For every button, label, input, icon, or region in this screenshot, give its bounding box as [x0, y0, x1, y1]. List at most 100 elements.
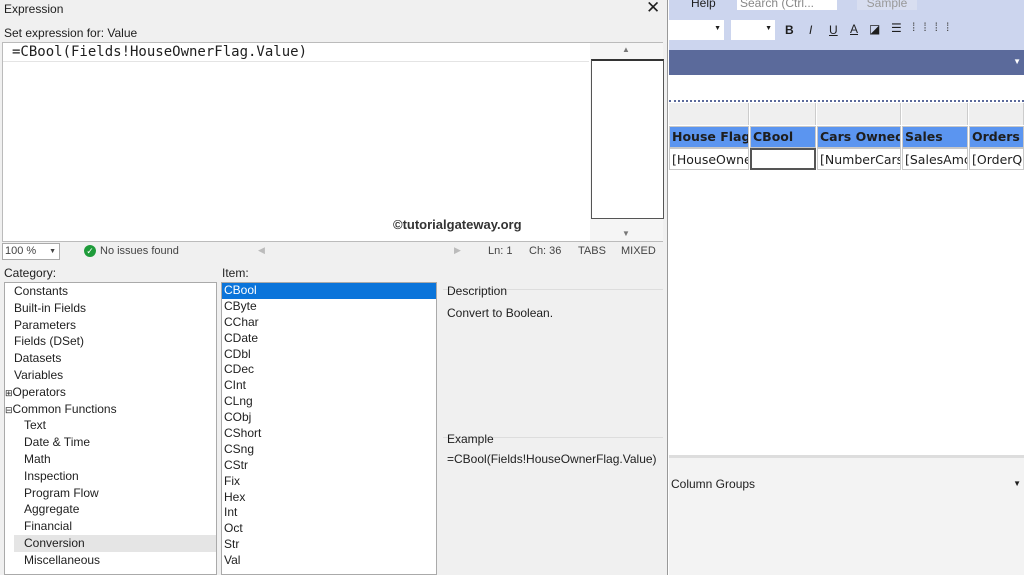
dialog-title: Expression: [4, 2, 64, 16]
function-item[interactable]: CDbl: [222, 347, 436, 363]
scroll-down-icon[interactable]: ▼: [622, 229, 630, 238]
category-label: Conversion: [24, 535, 85, 550]
category-label: Program Flow: [24, 485, 99, 500]
column-header[interactable]: Sales: [902, 126, 968, 148]
background-icon[interactable]: ◪: [869, 22, 880, 36]
category-item[interactable]: ⊞Operators: [5, 384, 216, 401]
table-cell[interactable]: [SalesAmc: [902, 148, 968, 170]
function-item[interactable]: CDate: [222, 331, 436, 347]
search-input[interactable]: Search (Ctrl...: [737, 0, 837, 10]
scroll-left-icon[interactable]: ◀: [258, 245, 265, 256]
function-item[interactable]: CDec: [222, 362, 436, 378]
function-item[interactable]: Hex: [222, 490, 436, 506]
expression-editor[interactable]: =CBool(Fields!HouseOwnerFlag.Value) ©tut…: [2, 42, 664, 242]
function-item[interactable]: Oct: [222, 521, 436, 537]
zoom-value: 100 %: [5, 245, 37, 257]
category-item[interactable]: Fields (DSet): [14, 333, 216, 350]
category-item[interactable]: Financial: [14, 518, 216, 535]
category-item[interactable]: Variables: [14, 367, 216, 384]
line-ending-mode: MIXED: [621, 245, 656, 257]
function-item[interactable]: CByte: [222, 299, 436, 315]
function-item[interactable]: CInt: [222, 378, 436, 394]
font-color-button[interactable]: A: [850, 22, 858, 36]
category-item[interactable]: Constants: [14, 283, 216, 300]
category-item[interactable]: Built-in Fields: [14, 300, 216, 317]
category-item[interactable]: Date & Time: [14, 434, 216, 451]
example-panel: Example =CBool(Fields!HouseOwnerFlag.Val…: [443, 432, 663, 466]
close-icon[interactable]: ✕: [646, 0, 660, 18]
font-select[interactable]: ▼: [669, 20, 724, 40]
collapse-icon[interactable]: ⊟: [5, 405, 13, 415]
editor-minimap[interactable]: ▲ ▼: [590, 43, 664, 241]
bold-button[interactable]: B: [785, 23, 794, 37]
category-item[interactable]: Miscellaneous: [14, 552, 216, 569]
function-item[interactable]: CLng: [222, 394, 436, 410]
column-header[interactable]: House Flag: [669, 126, 749, 148]
function-item[interactable]: CStr: [222, 458, 436, 474]
column-header[interactable]: Cars Owned: [817, 126, 901, 148]
function-item[interactable]: CBool: [222, 283, 436, 299]
category-item[interactable]: ⊟Common Functions: [5, 401, 216, 418]
category-item[interactable]: Program Flow: [14, 485, 216, 502]
description-text: Convert to Boolean.: [447, 306, 554, 320]
category-item[interactable]: Inspection: [14, 468, 216, 485]
category-label: Text: [24, 418, 47, 433]
designer-tab-bar: ▼: [669, 50, 1024, 75]
expression-dialog: Expression ✕ Set expression for: Value =…: [0, 0, 668, 575]
function-item[interactable]: CShort: [222, 426, 436, 442]
expand-icon[interactable]: ⊞: [5, 388, 13, 398]
category-label: Fields (DSet): [14, 334, 85, 349]
category-label: Constants: [14, 284, 69, 298]
table-cell[interactable]: [HouseOwne: [669, 148, 749, 170]
function-item[interactable]: Str: [222, 537, 436, 553]
align-icon[interactable]: ☰: [891, 21, 902, 35]
function-item[interactable]: CObj: [222, 410, 436, 426]
category-label: Built-in Fields: [14, 300, 87, 315]
description-panel: Description Convert to Boolean.: [443, 284, 663, 428]
zoom-select[interactable]: 100 % ▼: [2, 243, 60, 260]
column-header[interactable]: Orders: [969, 126, 1024, 148]
function-item[interactable]: CSng: [222, 442, 436, 458]
column-header[interactable]: CBool: [750, 126, 816, 148]
category-label: Variables: [14, 367, 64, 382]
category-label: Date & Time: [24, 435, 91, 450]
table-cell[interactable]: [750, 148, 816, 170]
spacing-icons[interactable]: ⁞⁞⁞⁞: [912, 20, 957, 34]
menu-help[interactable]: Help: [691, 0, 716, 10]
function-item[interactable]: Fix: [222, 474, 436, 490]
category-item[interactable]: Aggregate: [14, 501, 216, 518]
category-label: Inspection: [24, 468, 79, 483]
report-designer: Help Search (Ctrl... Sample ▼ ▼ B I U A …: [669, 0, 1024, 575]
category-item[interactable]: Datasets: [14, 350, 216, 367]
underline-button[interactable]: U: [829, 23, 838, 37]
dropdown-icon[interactable]: ▼: [1013, 57, 1021, 66]
watermark: ©tutorialgateway.org: [393, 217, 522, 232]
category-label: Common Functions: [12, 401, 117, 416]
category-item[interactable]: Conversion: [14, 534, 216, 552]
function-item[interactable]: Int: [222, 505, 436, 521]
expression-text[interactable]: =CBool(Fields!HouseOwnerFlag.Value): [12, 44, 307, 60]
category-item[interactable]: Math: [14, 451, 216, 468]
description-label: Description: [447, 284, 508, 298]
category-label: Math: [24, 451, 51, 466]
function-item[interactable]: Val: [222, 553, 436, 569]
category-item[interactable]: Parameters: [14, 317, 216, 334]
category-item[interactable]: Text: [14, 417, 216, 434]
italic-button[interactable]: I: [809, 23, 812, 37]
line-number: Ln: 1: [488, 245, 513, 257]
set-expression-label: Set expression for: Value: [4, 26, 138, 40]
scroll-up-icon[interactable]: ▲: [622, 45, 630, 54]
table-cell[interactable]: [OrderQ: [969, 148, 1024, 170]
category-tree[interactable]: Constants Built-in Fields Parameters Fields…: [4, 282, 217, 575]
size-select[interactable]: ▼: [731, 20, 775, 40]
check-icon: ✓: [84, 245, 96, 257]
category-label: Aggregate: [24, 502, 80, 517]
category-label: Category:: [4, 266, 57, 280]
issues-status: No issues found: [100, 245, 179, 257]
column-groups-dropdown-icon[interactable]: ▼: [1013, 479, 1021, 488]
function-item[interactable]: CChar: [222, 315, 436, 331]
table-cell[interactable]: [NumberCars: [817, 148, 901, 170]
scroll-right-icon[interactable]: ▶: [454, 245, 461, 256]
item-list[interactable]: CBool CByte CChar CDate CDbl CDec CInt CLng CObj…: [221, 282, 437, 575]
category-label: Parameters: [14, 317, 77, 332]
